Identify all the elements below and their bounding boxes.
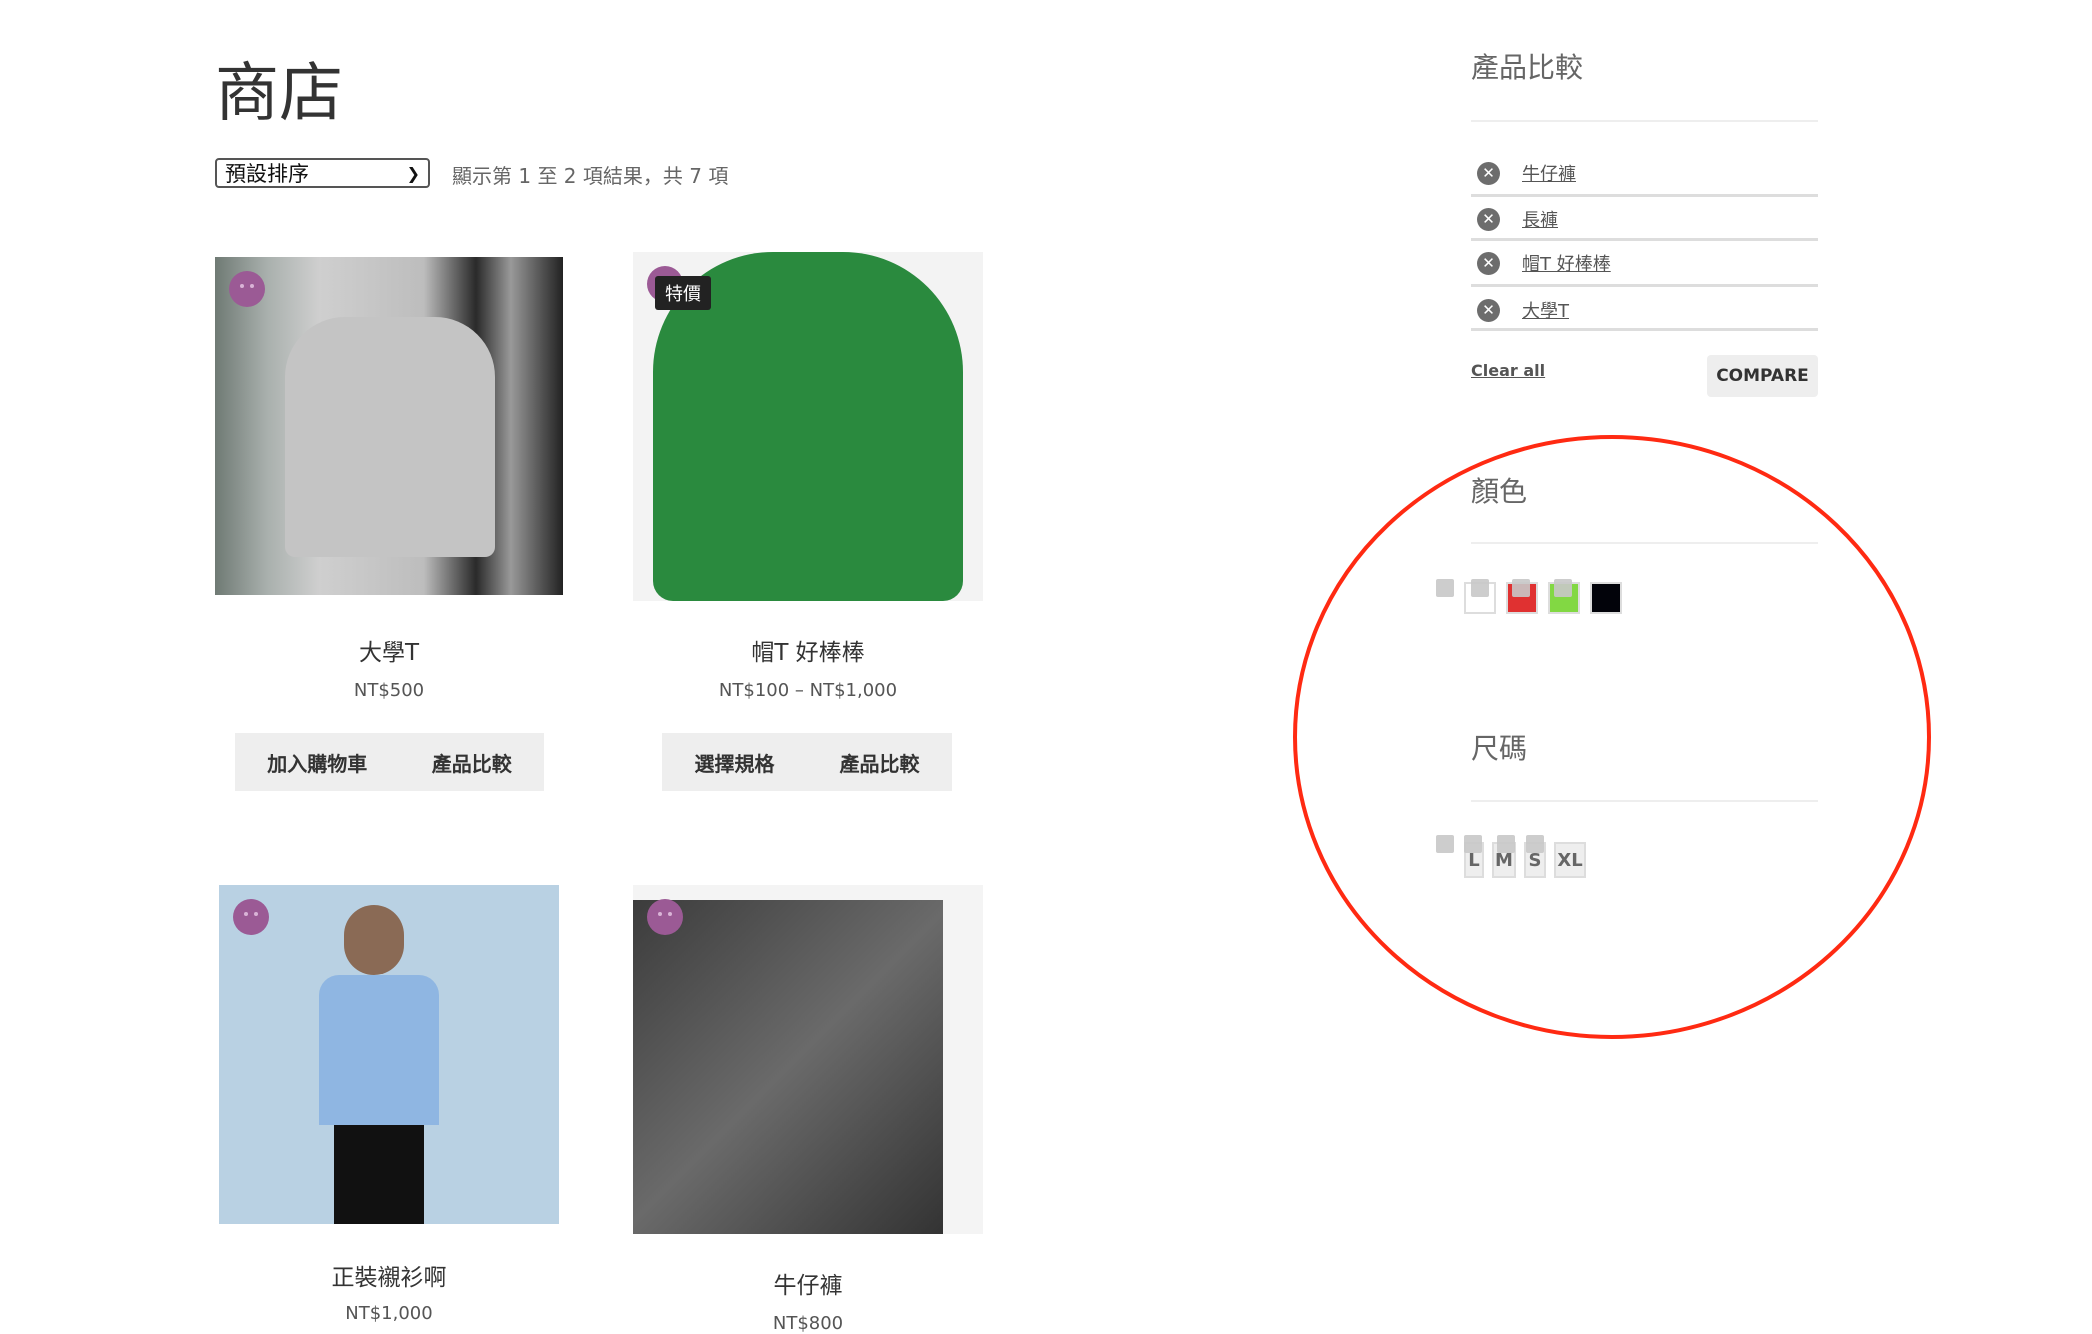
annotation-circle [1293,435,1931,1039]
annotation-overlay [1293,435,1931,1039]
